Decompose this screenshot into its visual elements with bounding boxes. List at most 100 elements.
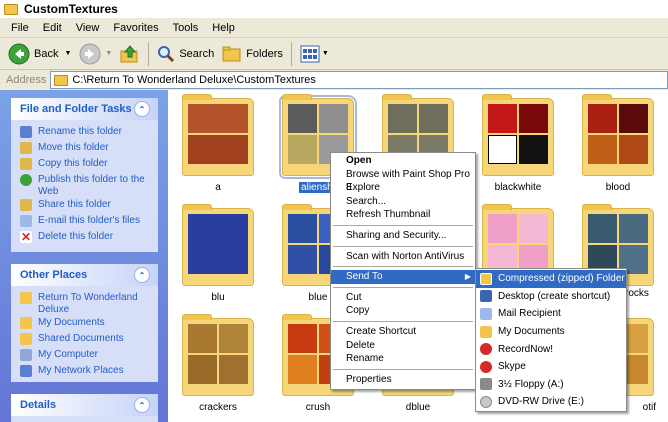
menu-item-rename[interactable]: Rename <box>331 352 475 366</box>
menu-item-explore[interactable]: Explore <box>331 181 475 195</box>
collapse-chevron-icon[interactable]: ⌃ <box>134 397 150 413</box>
folder-name: blackwhite <box>494 182 542 193</box>
panel-header[interactable]: Other Places ⌃ <box>11 264 158 286</box>
views-button[interactable]: ▼ <box>296 41 333 67</box>
computer-icon <box>20 349 32 361</box>
place-return-to-wonderland[interactable]: Return To Wonderland Deluxe <box>20 291 150 316</box>
up-folder-icon <box>120 44 140 64</box>
mail-icon <box>480 307 492 320</box>
folder-item[interactable]: blood <box>578 94 658 193</box>
place-shared-documents[interactable]: Shared Documents <box>20 332 150 348</box>
folders-icon <box>222 45 242 63</box>
menu-favorites[interactable]: Favorites <box>106 22 165 34</box>
folder-item[interactable]: blackwhite <box>478 94 558 193</box>
menu-separator <box>333 320 473 322</box>
menu-item-browse-psp[interactable]: Browse with Paint Shop Pro 8 <box>331 168 475 194</box>
send-to-dvd-drive[interactable]: DVD-RW Drive (E:) <box>476 393 626 411</box>
task-copy-folder[interactable]: Copy this folder <box>20 157 150 173</box>
menu-item-delete[interactable]: Delete <box>331 339 475 353</box>
place-my-network[interactable]: My Network Places <box>20 364 150 380</box>
task-publish-web[interactable]: Publish this folder to the Web <box>20 173 150 198</box>
globe-icon <box>20 174 32 186</box>
menu-item-open[interactable]: Open <box>331 154 475 168</box>
task-email-files[interactable]: E-mail this folder's files <box>20 214 150 230</box>
folder-icon <box>4 3 18 15</box>
menu-item-scan-norton[interactable]: Scan with Norton AntiVirus <box>331 250 475 264</box>
panel-title: Other Places <box>20 269 88 281</box>
panel-title: Details <box>20 399 57 411</box>
send-to-label: Send To <box>346 271 383 283</box>
address-bar: Address C:\Return To Wonderland Deluxe\C… <box>0 70 668 90</box>
panel-header[interactable]: Details ⌃ <box>11 394 158 416</box>
menu-view[interactable]: View <box>69 22 107 34</box>
menu-item-cut[interactable]: Cut <box>331 291 475 305</box>
menu-help[interactable]: Help <box>205 22 242 34</box>
back-button[interactable]: Back ▼ <box>4 41 75 67</box>
move-folder-icon <box>20 142 32 154</box>
place-my-documents[interactable]: My Documents <box>20 316 150 332</box>
folders-button[interactable]: Folders <box>218 41 287 67</box>
folder-name: blu <box>211 292 225 303</box>
address-input[interactable]: C:\Return To Wonderland Deluxe\CustomTex… <box>50 71 668 89</box>
send-to-skype[interactable]: Skype <box>476 358 626 376</box>
task-move-folder[interactable]: Move this folder <box>20 141 150 157</box>
address-path: C:\Return To Wonderland Deluxe\CustomTex… <box>72 74 316 86</box>
rename-icon <box>20 126 32 138</box>
folder-icon <box>20 292 32 304</box>
panel-header[interactable]: File and Folder Tasks ⌃ <box>11 98 158 120</box>
dvd-drive-icon <box>480 395 492 408</box>
folder-name: crackers <box>199 402 237 413</box>
menu-item-properties[interactable]: Properties <box>331 373 475 387</box>
zip-folder-icon <box>480 272 492 285</box>
back-label: Back <box>34 47 59 60</box>
task-delete-folder[interactable]: ✕ Delete this folder <box>20 230 150 246</box>
folder-name: rocks <box>625 288 649 299</box>
task-rename-folder[interactable]: Rename this folder <box>20 125 150 141</box>
views-icon <box>300 45 320 63</box>
menu-item-copy[interactable]: Copy <box>331 304 475 318</box>
menu-separator <box>333 224 473 226</box>
folder-name: a <box>215 182 221 193</box>
share-icon <box>20 199 32 211</box>
network-icon <box>20 365 32 377</box>
dropdown-arrow-icon[interactable]: ▼ <box>105 50 112 57</box>
search-button[interactable]: Search <box>153 41 218 67</box>
send-to-compressed-folder[interactable]: Compressed (zipped) Folder <box>476 270 626 288</box>
collapse-chevron-icon[interactable]: ⌃ <box>134 267 150 283</box>
folder-name: dblue <box>405 402 431 413</box>
folder-item[interactable]: blu <box>178 204 258 303</box>
forward-button[interactable]: ▼ <box>75 41 116 67</box>
collapse-chevron-icon[interactable]: ⌃ <box>134 101 150 117</box>
menu-item-search[interactable]: Search... <box>331 195 475 209</box>
menu-item-refresh-thumbnail[interactable]: Refresh Thumbnail <box>331 208 475 222</box>
folder-item[interactable]: a <box>178 94 258 193</box>
menu-file[interactable]: File <box>4 22 36 34</box>
menu-item-create-shortcut[interactable]: Create Shortcut <box>331 325 475 339</box>
send-to-my-documents[interactable]: My Documents <box>476 323 626 341</box>
folder-item[interactable]: crackers <box>178 314 258 413</box>
menu-tools[interactable]: Tools <box>166 22 206 34</box>
menu-edit[interactable]: Edit <box>36 22 69 34</box>
my-documents-icon <box>480 325 492 338</box>
send-to-mail-recipient[interactable]: Mail Recipient <box>476 305 626 323</box>
copy-folder-icon <box>20 158 32 170</box>
folder-thumbnail <box>182 204 254 286</box>
task-share-folder[interactable]: Share this folder <box>20 198 150 214</box>
folder-thumbnail <box>482 94 554 176</box>
dropdown-arrow-icon[interactable]: ▼ <box>322 50 329 57</box>
folder-thumbnail <box>182 314 254 396</box>
send-to-floppy[interactable]: 3½ Floppy (A:) <box>476 376 626 394</box>
send-to-desktop[interactable]: Desktop (create shortcut) <box>476 288 626 306</box>
email-icon <box>20 215 32 227</box>
menu-item-sharing-security[interactable]: Sharing and Security... <box>331 229 475 243</box>
menu-item-send-to[interactable]: Send To ▶ <box>331 270 475 284</box>
title-bar: CustomTextures <box>0 0 668 18</box>
search-label: Search <box>179 47 215 60</box>
send-to-submenu: Compressed (zipped) Folder Desktop (crea… <box>475 268 627 412</box>
up-folder-button[interactable] <box>116 41 144 67</box>
context-menu: Open Browse with Paint Shop Pro 8 Explor… <box>330 152 476 390</box>
shared-folder-icon <box>20 333 32 345</box>
dropdown-arrow-icon[interactable]: ▼ <box>64 50 71 57</box>
place-my-computer[interactable]: My Computer <box>20 348 150 364</box>
send-to-recordnow[interactable]: RecordNow! <box>476 340 626 358</box>
